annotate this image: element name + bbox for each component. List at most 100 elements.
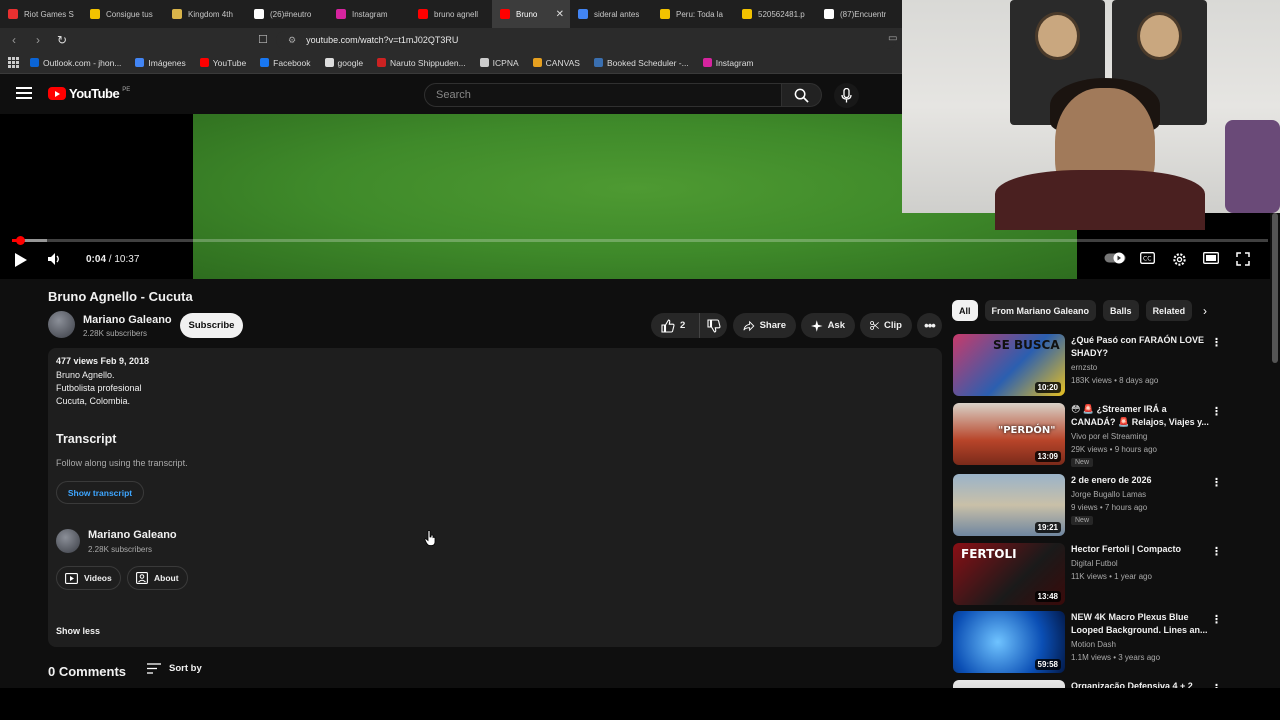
- browser-tab[interactable]: bruno agnell: [410, 0, 492, 28]
- browser-tab[interactable]: Riot Games S: [0, 0, 82, 28]
- filter-chip[interactable]: From Mariano Galeano: [984, 300, 1097, 321]
- description-line: Futbolista profesional: [56, 383, 142, 393]
- sort-comments-button[interactable]: Sort by: [147, 663, 202, 674]
- video-thumbnail[interactable]: "PERDÓN" 13:09: [953, 403, 1065, 465]
- video-title[interactable]: 😳 🚨 ¿Streamer IRÁ a CANADÁ? 🚨 Relajos, V…: [1071, 403, 1209, 429]
- search-input[interactable]: Search: [424, 83, 782, 107]
- more-vertical-icon[interactable]: ⋮: [1211, 613, 1222, 626]
- scrubber-handle[interactable]: [15, 236, 25, 245]
- browser-tab[interactable]: Consigue tus: [82, 0, 164, 28]
- recommended-video[interactable]: FERTOLI 13:48 Hector Fertoli | Compacto Dig…: [953, 543, 1223, 605]
- more-vertical-icon[interactable]: ⋮: [1211, 545, 1222, 558]
- browser-tab[interactable]: Bruno ✕: [492, 0, 570, 28]
- filter-chip[interactable]: Balls: [1103, 300, 1139, 321]
- tab-favicon-icon: [578, 9, 588, 19]
- browser-tab[interactable]: Instagram: [328, 0, 410, 28]
- progress-bar[interactable]: [12, 236, 1268, 245]
- bookmark-label: Instagram: [715, 57, 754, 68]
- transcript-subtitle: Follow along using the transcript.: [56, 458, 188, 468]
- video-thumbnail[interactable]: SE BUSCA 10:20: [953, 334, 1065, 396]
- filter-chip[interactable]: All: [952, 300, 978, 321]
- bookmark-item[interactable]: Booked Scheduler -...: [593, 58, 689, 68]
- dislike-button[interactable]: [699, 313, 727, 338]
- forward-arrow-icon[interactable]: ›: [28, 30, 48, 50]
- bookmark-item[interactable]: Facebook: [260, 58, 311, 68]
- channel-name[interactable]: Mariano Galeano: [83, 314, 172, 326]
- background-bag: [1225, 120, 1280, 213]
- back-arrow-icon[interactable]: ‹: [4, 30, 24, 50]
- browser-tab[interactable]: sideral antes: [570, 0, 652, 28]
- browser-tab[interactable]: (26)#neutro: [246, 0, 328, 28]
- bookmark-item[interactable]: google: [324, 58, 363, 68]
- bookmark-item[interactable]: ICPNA: [479, 58, 519, 68]
- share-button[interactable]: Share: [733, 313, 796, 338]
- clip-label: Clip: [884, 320, 902, 331]
- more-vertical-icon[interactable]: ⋮: [1211, 336, 1222, 349]
- browser-tab[interactable]: Peru: Toda la: [652, 0, 734, 28]
- site-info-icon[interactable]: ⚙: [288, 35, 296, 46]
- video-duration-badge: 10:20: [1034, 382, 1061, 393]
- more-vertical-icon[interactable]: ⋮: [1211, 476, 1222, 489]
- page-scrollbar[interactable]: [1270, 213, 1280, 688]
- filter-chip[interactable]: Related: [1145, 300, 1193, 321]
- video-title[interactable]: ¿Qué Pasó con FARAÓN LOVE SHADY?: [1071, 334, 1209, 360]
- show-transcript-button[interactable]: Show transcript: [56, 481, 144, 504]
- bookmark-item[interactable]: CANVAS: [532, 58, 580, 68]
- browser-tab[interactable]: (87)Encuentr: [816, 0, 898, 28]
- youtube-logo[interactable]: YouTube PE: [48, 86, 130, 101]
- video-title[interactable]: 2 de enero de 2026: [1071, 474, 1209, 487]
- autoplay-toggle[interactable]: [1104, 252, 1126, 264]
- volume-button[interactable]: [47, 252, 63, 266]
- reload-icon[interactable]: ↻: [52, 30, 72, 50]
- description-panel[interactable]: 477 views Feb 9, 2018 Bruno Agnello. Fut…: [48, 348, 942, 647]
- bookmark-item[interactable]: Instagram: [702, 57, 754, 68]
- bookmark-item[interactable]: Outlook.com - jhon...: [30, 58, 121, 68]
- browser-tab[interactable]: Kingdom 4th: [164, 0, 246, 28]
- more-actions-button[interactable]: •••: [917, 313, 942, 338]
- channel-avatar[interactable]: [56, 529, 80, 553]
- voice-search-button[interactable]: [834, 83, 859, 108]
- close-tab-icon[interactable]: ✕: [556, 9, 564, 20]
- captions-button[interactable]: CC: [1140, 252, 1155, 264]
- bookmark-item[interactable]: Naruto Shippuden...: [377, 58, 466, 68]
- show-less-button[interactable]: Show less: [56, 626, 100, 636]
- recommended-video[interactable]: SE BUSCA 10:20 ¿Qué Pasó con FARAÓN LOVE S…: [953, 334, 1223, 396]
- channel-videos-button[interactable]: Videos: [56, 566, 121, 590]
- theater-mode-button[interactable]: [1203, 252, 1219, 264]
- bookmark-item[interactable]: Imágenes: [135, 58, 186, 68]
- video-channel[interactable]: Vivo por el Streaming: [1071, 432, 1147, 441]
- recommended-video[interactable]: "PERDÓN" 13:09 😳 🚨 ¿Streamer IRÁ a CANADÁ?…: [953, 403, 1223, 467]
- bookmark-item[interactable]: YouTube: [199, 58, 246, 68]
- video-channel[interactable]: Motion Dash: [1071, 640, 1116, 649]
- fullscreen-button[interactable]: [1236, 252, 1250, 266]
- scrollbar-thumb[interactable]: [1272, 213, 1278, 363]
- more-vertical-icon[interactable]: ⋮: [1211, 405, 1222, 418]
- cast-icon[interactable]: ▭: [888, 33, 897, 44]
- channel-about-button[interactable]: About: [127, 566, 188, 590]
- video-title[interactable]: NEW 4K Macro Plexus Blue Looped Backgrou…: [1071, 611, 1209, 637]
- play-button[interactable]: [14, 252, 28, 268]
- video-thumbnail[interactable]: FERTOLI 13:48: [953, 543, 1065, 605]
- channel-name[interactable]: Mariano Galeano: [88, 529, 177, 541]
- channel-avatar[interactable]: [48, 311, 75, 338]
- search-button[interactable]: [782, 83, 822, 107]
- recommended-video[interactable]: 59:58 NEW 4K Macro Plexus Blue Looped Bac…: [953, 611, 1223, 673]
- video-channel[interactable]: Digital Futbol: [1071, 559, 1118, 568]
- video-channel[interactable]: ernzsto: [1071, 363, 1097, 372]
- subscribe-button[interactable]: Subscribe: [180, 313, 243, 338]
- video-title[interactable]: Hector Fertoli | Compacto: [1071, 543, 1209, 556]
- ask-button[interactable]: Ask: [801, 313, 855, 338]
- chevron-right-icon[interactable]: ›: [1196, 302, 1214, 320]
- video-channel[interactable]: Jorge Bugallo Lamas: [1071, 490, 1146, 499]
- clip-button[interactable]: Clip: [860, 313, 912, 338]
- menu-icon[interactable]: [16, 87, 32, 99]
- video-thumbnail[interactable]: 19:21: [953, 474, 1065, 536]
- like-button[interactable]: 2: [651, 313, 699, 338]
- recommended-video[interactable]: 19:21 2 de enero de 2026 Jorge Bugallo Lam…: [953, 474, 1223, 536]
- video-thumbnail[interactable]: 59:58: [953, 611, 1065, 673]
- settings-button[interactable]: [1172, 252, 1187, 267]
- browser-tab[interactable]: 520562481.p: [734, 0, 816, 28]
- bookmark-icon[interactable]: ☐: [258, 33, 268, 46]
- address-bar[interactable]: ⚙ youtube.com/watch?v=t1mJ02QT3RU: [276, 31, 896, 49]
- apps-grid-icon[interactable]: [8, 56, 20, 69]
